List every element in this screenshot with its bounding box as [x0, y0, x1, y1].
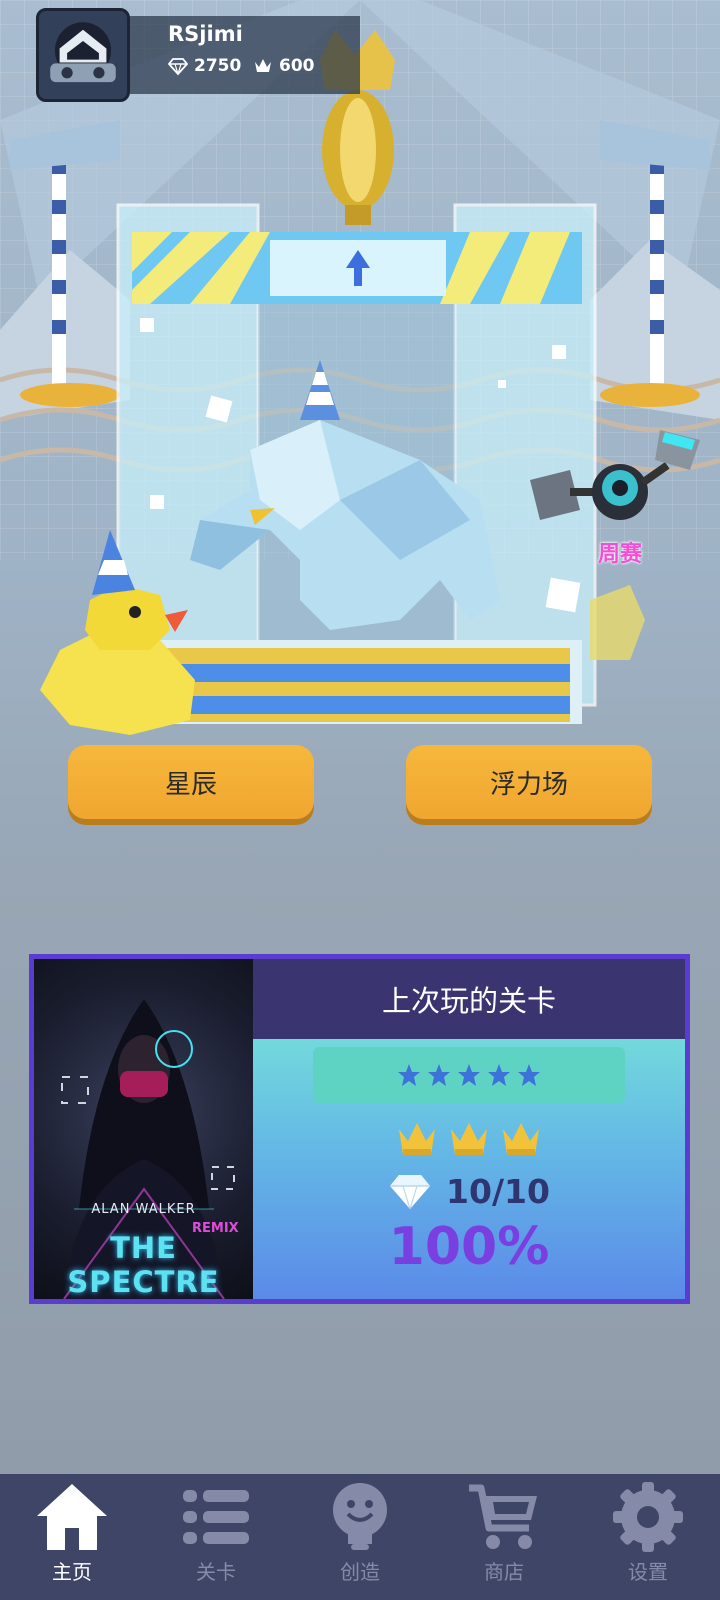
lightbulb-icon — [333, 1483, 387, 1550]
nav-home-label: 主页 — [52, 1560, 92, 1584]
album-cover: ALAN WALKER REMIX THE SPECTRE — [34, 959, 253, 1299]
stars-mode-button[interactable]: 星辰 — [68, 745, 314, 819]
diamond-icon — [390, 1175, 431, 1210]
cover-artist: ALAN WALKER — [91, 1202, 196, 1217]
nav-settings[interactable]: 设置 — [576, 1474, 720, 1600]
level-preview-scene — [0, 0, 720, 735]
crown-count: 600 — [253, 56, 315, 76]
last-played-header: 上次玩的关卡 — [253, 959, 685, 1039]
nav-create-label: 创造 — [340, 1560, 380, 1584]
gem-count: 2750 — [168, 56, 241, 76]
difficulty-star-icon — [518, 1064, 540, 1086]
nav-shop-label: 商店 — [484, 1560, 524, 1584]
nav-create[interactable]: 创造 — [288, 1474, 432, 1600]
crowns-earned — [253, 1119, 685, 1159]
last-played-info: 上次玩的关卡 10/10 100% — [253, 959, 685, 1299]
nav-levels-label: 关卡 — [196, 1560, 236, 1584]
nav-home[interactable]: 主页 — [0, 1474, 144, 1600]
nav-levels[interactable]: 关卡 — [144, 1474, 288, 1600]
crown-count-value: 600 — [279, 56, 315, 76]
last-played-stats: 10/10 100% — [253, 1039, 685, 1299]
cover-title: THE SPECTRE — [67, 1231, 220, 1299]
weekly-contest-label[interactable]: 周赛 — [598, 536, 642, 568]
difficulty-star-icon — [458, 1064, 480, 1086]
robot-avatar-icon — [39, 11, 127, 99]
home-icon — [37, 1484, 107, 1550]
crown-icon — [503, 1123, 539, 1155]
difficulty-star-icon — [488, 1064, 510, 1086]
gear-icon — [613, 1482, 683, 1552]
cart-icon — [469, 1484, 537, 1549]
nav-shop[interactable]: 商店 — [432, 1474, 576, 1600]
crown-icon — [399, 1123, 435, 1155]
gems-collected: 10/10 — [253, 1169, 685, 1213]
profile-bar — [130, 16, 360, 94]
difficulty-star-icon — [398, 1064, 420, 1086]
list-icon — [183, 1490, 249, 1544]
avatar[interactable] — [36, 8, 130, 102]
gems-collected-value: 10/10 — [446, 1171, 550, 1211]
completion-percent: 100% — [388, 1217, 550, 1277]
difficulty-rating — [313, 1047, 625, 1103]
crown-icon — [451, 1123, 487, 1155]
last-played-card[interactable]: ALAN WALKER REMIX THE SPECTRE 上次玩的关卡 10/… — [29, 954, 690, 1304]
crown-icon — [255, 59, 271, 72]
nav-settings-label: 设置 — [628, 1560, 668, 1584]
gem-count-value: 2750 — [194, 56, 242, 76]
difficulty-star-icon — [428, 1064, 450, 1086]
username: RSjimi — [168, 22, 243, 46]
buoyancy-mode-button[interactable]: 浮力场 — [406, 745, 652, 819]
bottom-nav: 主页 关卡 创造 商店 设置 — [0, 1474, 720, 1600]
diamond-icon — [168, 58, 188, 76]
